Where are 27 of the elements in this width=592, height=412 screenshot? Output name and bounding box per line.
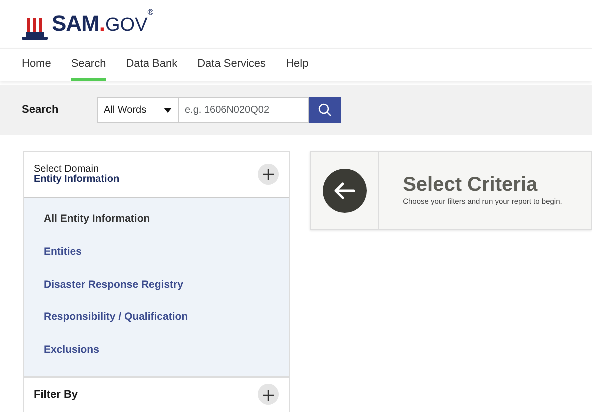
domain-item[interactable]: Entities (24, 236, 290, 270)
search-icon (318, 103, 332, 117)
criteria-title: Select Criteria (403, 174, 539, 196)
logo-text: SAM.GOV ® (52, 7, 154, 38)
logo[interactable]: SAM.GOV ® (22, 7, 154, 41)
nav-tab[interactable]: Help (286, 48, 309, 81)
expand-button[interactable] (258, 164, 280, 185)
domain-item[interactable]: All Entity Information (24, 204, 290, 237)
domain-item[interactable]: Responsibility / Qualification (24, 302, 290, 335)
scope-dropdown[interactable]: All Words (97, 97, 179, 123)
filter-label: Filter By (34, 388, 78, 402)
search-button[interactable] (309, 97, 341, 123)
domain-item[interactable]: Disaster Response Registry (24, 270, 290, 302)
nav-tab[interactable]: Data Services (198, 48, 266, 81)
domain-value: Entity Information (34, 174, 120, 184)
nav-tab[interactable]: Home (22, 48, 52, 81)
nav-tab[interactable]: Search (71, 48, 106, 81)
nav-tab[interactable]: Data Bank (126, 48, 178, 81)
hat-icon (22, 16, 48, 41)
domain-label: Select Domain (34, 164, 100, 174)
domain-item[interactable]: Exclusions (24, 335, 290, 368)
caret-icon (164, 108, 172, 112)
plus-icon (263, 169, 274, 180)
plus-icon (263, 390, 274, 401)
search-label: Search (22, 102, 60, 118)
search-field[interactable]: e.g. 1606N020Q02 (179, 97, 309, 123)
expand-button[interactable] (258, 384, 280, 406)
